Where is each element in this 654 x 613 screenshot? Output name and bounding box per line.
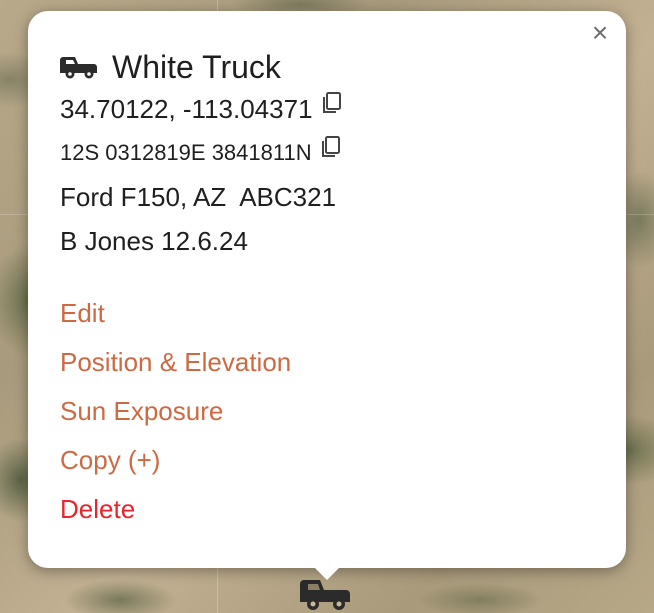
coordinates-row: 34.70122, -113.04371 <box>60 87 600 131</box>
vehicle-row: Ford F150, AZ ABC321 <box>60 175 600 219</box>
copy-link[interactable]: Copy (+) <box>60 436 600 485</box>
popup-title: White Truck <box>112 48 281 85</box>
truck-marker-icon[interactable] <box>298 576 354 612</box>
utm-text: 12S 0312819E 3841811N <box>60 140 312 165</box>
sun-exposure-link[interactable]: Sun Exposure <box>60 387 600 436</box>
edit-link[interactable]: Edit <box>60 289 600 338</box>
vehicle-text: Ford F150, AZ ABC321 <box>60 182 337 212</box>
position-elevation-link[interactable]: Position & Elevation <box>60 338 600 387</box>
marker-popup: × White Truck 34.70122, -113.04371 12S 0… <box>28 11 626 568</box>
utm-row: 12S 0312819E 3841811N <box>60 131 600 175</box>
popup-tip <box>307 560 347 580</box>
close-button[interactable]: × <box>588 19 612 47</box>
note-row: B Jones 12.6.24 <box>60 219 600 263</box>
truck-icon <box>60 57 97 79</box>
popup-title-row: White Truck <box>60 47 600 87</box>
coordinates-text: 34.70122, -113.04371 <box>60 94 313 124</box>
action-list: Edit Position & Elevation Sun Exposure C… <box>60 289 600 534</box>
note-text: B Jones 12.6.24 <box>60 226 248 256</box>
copy-icon[interactable] <box>320 135 342 159</box>
delete-link[interactable]: Delete <box>60 485 600 534</box>
close-icon[interactable]: × <box>592 17 608 48</box>
copy-icon[interactable] <box>321 91 343 115</box>
popup-content: White Truck 34.70122, -113.04371 12S 031… <box>60 47 600 534</box>
